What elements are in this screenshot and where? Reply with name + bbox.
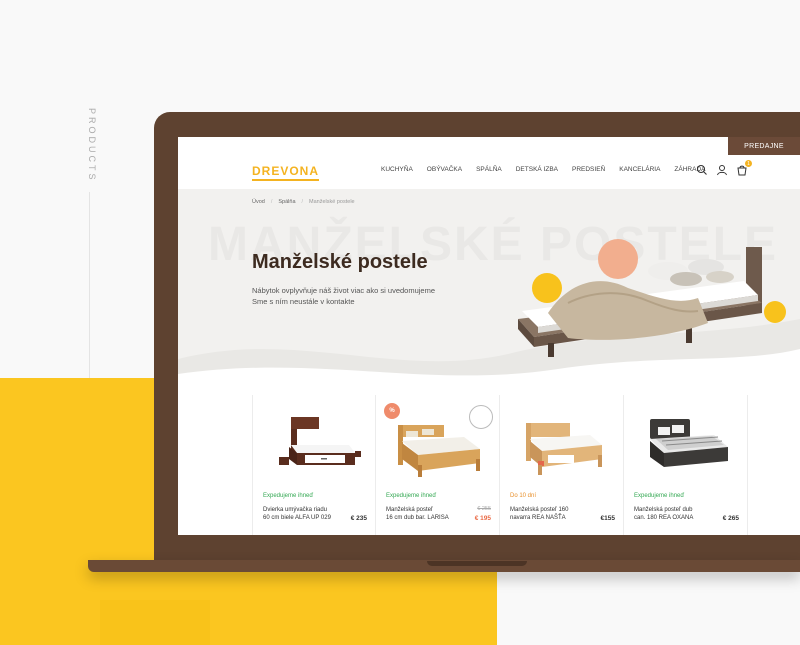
side-label: PRODUCTS bbox=[87, 108, 97, 183]
nav-item-kids-room[interactable]: DETSKÁ IZBA bbox=[509, 166, 565, 173]
product-image bbox=[279, 417, 361, 465]
product-card[interactable]: % Expedujeme ihneď Manželská posteľ 16 c… bbox=[376, 395, 500, 535]
product-name[interactable]: Manželská posteľ 160 navarra REA NAŠŤA bbox=[510, 506, 590, 522]
product-name-line-2: can. 180 REA OXANA bbox=[634, 515, 694, 521]
hero-bed-image bbox=[518, 247, 762, 357]
hero-text-line-2: Sme s ním neustále v kontakte bbox=[252, 297, 355, 306]
product-name[interactable]: Manželská posteľ 16 cm dub bar. LARISA bbox=[386, 506, 466, 522]
product-availability: Expedujeme ihneď bbox=[386, 493, 437, 499]
product-name-line-1: Manželská posteľ bbox=[386, 507, 433, 513]
product-image bbox=[398, 425, 480, 477]
product-name[interactable]: Dvierka umývačka riadu 60 cm biele ALFA … bbox=[263, 506, 343, 522]
product-name[interactable]: Manželská posteľ dub can. 180 REA OXANA bbox=[634, 506, 714, 522]
yellow-shadow bbox=[100, 600, 210, 645]
cart-count-badge: 1 bbox=[745, 160, 752, 167]
breadcrumb-separator: / bbox=[301, 199, 304, 205]
header-icons: 1 bbox=[696, 160, 752, 176]
product-name-line-1: Manželská posteľ dub bbox=[634, 507, 693, 513]
user-icon[interactable] bbox=[716, 163, 728, 176]
product-name-line-2: 60 cm biele ALFA UP 029 bbox=[263, 515, 331, 521]
breadcrumb-home[interactable]: Úvod bbox=[252, 199, 265, 205]
product-card[interactable]: Expedujeme ihneď Manželská posteľ dub ca… bbox=[624, 395, 748, 535]
nav-item-living-room[interactable]: OBÝVAČKA bbox=[420, 166, 469, 173]
product-availability: Expedujeme ihneď bbox=[263, 493, 314, 499]
product-name-line-1: Dvierka umývačka riadu bbox=[263, 507, 328, 513]
product-sale-price: € 195 bbox=[474, 515, 491, 522]
product-card[interactable]: Expedujeme ihneď Dvierka umývačka riadu … bbox=[252, 395, 376, 535]
nav-item-hallway[interactable]: PREDSIEŇ bbox=[565, 166, 612, 173]
cart-icon[interactable]: 1 bbox=[736, 160, 752, 176]
product-availability: Do 10 dní bbox=[510, 493, 537, 499]
brand-logo[interactable]: DREVONA bbox=[252, 164, 320, 181]
product-price: € 265 bbox=[722, 515, 739, 522]
product-availability: Expedujeme ihneď bbox=[634, 493, 685, 499]
page-title: Manželské postele bbox=[252, 251, 428, 273]
hero-text-line-1: Nábytok ovplyvňuje náš život viac ako si… bbox=[252, 286, 436, 295]
product-price: €155 bbox=[600, 515, 615, 522]
laptop-screen: PREDAJNE DREVONA KUCHYŇA OBÝVAČKA SPÁLŇA… bbox=[178, 137, 800, 535]
hero-description: Nábytok ovplyvňuje náš život viac ako si… bbox=[252, 285, 472, 307]
product-name-line-2: 16 cm dub bar. LARISA bbox=[386, 515, 449, 521]
product-image bbox=[526, 423, 602, 475]
main-nav: KUCHYŇA OBÝVAČKA SPÁLŇA DETSKÁ IZBA PRED… bbox=[374, 166, 712, 173]
breadcrumb-current: Manželské postele bbox=[309, 199, 355, 205]
product-price: € 235 bbox=[350, 515, 367, 522]
product-card[interactable]: Do 10 dní Manželská posteľ 160 navarra R… bbox=[500, 395, 624, 535]
laptop-notch bbox=[427, 561, 527, 566]
breadcrumb-bedroom[interactable]: Spálňa bbox=[278, 199, 295, 205]
product-name-line-2: navarra REA NAŠŤA bbox=[510, 515, 566, 521]
product-name-line-1: Manželská posteľ 160 bbox=[510, 507, 569, 513]
product-list: Expedujeme ihneď Dvierka umývačka riadu … bbox=[252, 395, 792, 535]
nav-item-office[interactable]: KANCELÁRIA bbox=[612, 166, 667, 173]
nav-item-bedroom[interactable]: SPÁLŇA bbox=[469, 166, 509, 173]
nav-item-kitchen[interactable]: KUCHYŇA bbox=[374, 166, 420, 173]
breadcrumb: Úvod / Spálňa / Manželské postele bbox=[252, 199, 355, 205]
stores-button[interactable]: PREDAJNE bbox=[728, 137, 800, 155]
breadcrumb-separator: / bbox=[270, 199, 273, 205]
product-old-price: € 255 bbox=[477, 506, 491, 512]
product-image bbox=[650, 419, 728, 467]
hero-banner: Úvod / Spálňa / Manželské postele Manžel… bbox=[178, 189, 800, 389]
search-icon[interactable] bbox=[696, 163, 708, 175]
